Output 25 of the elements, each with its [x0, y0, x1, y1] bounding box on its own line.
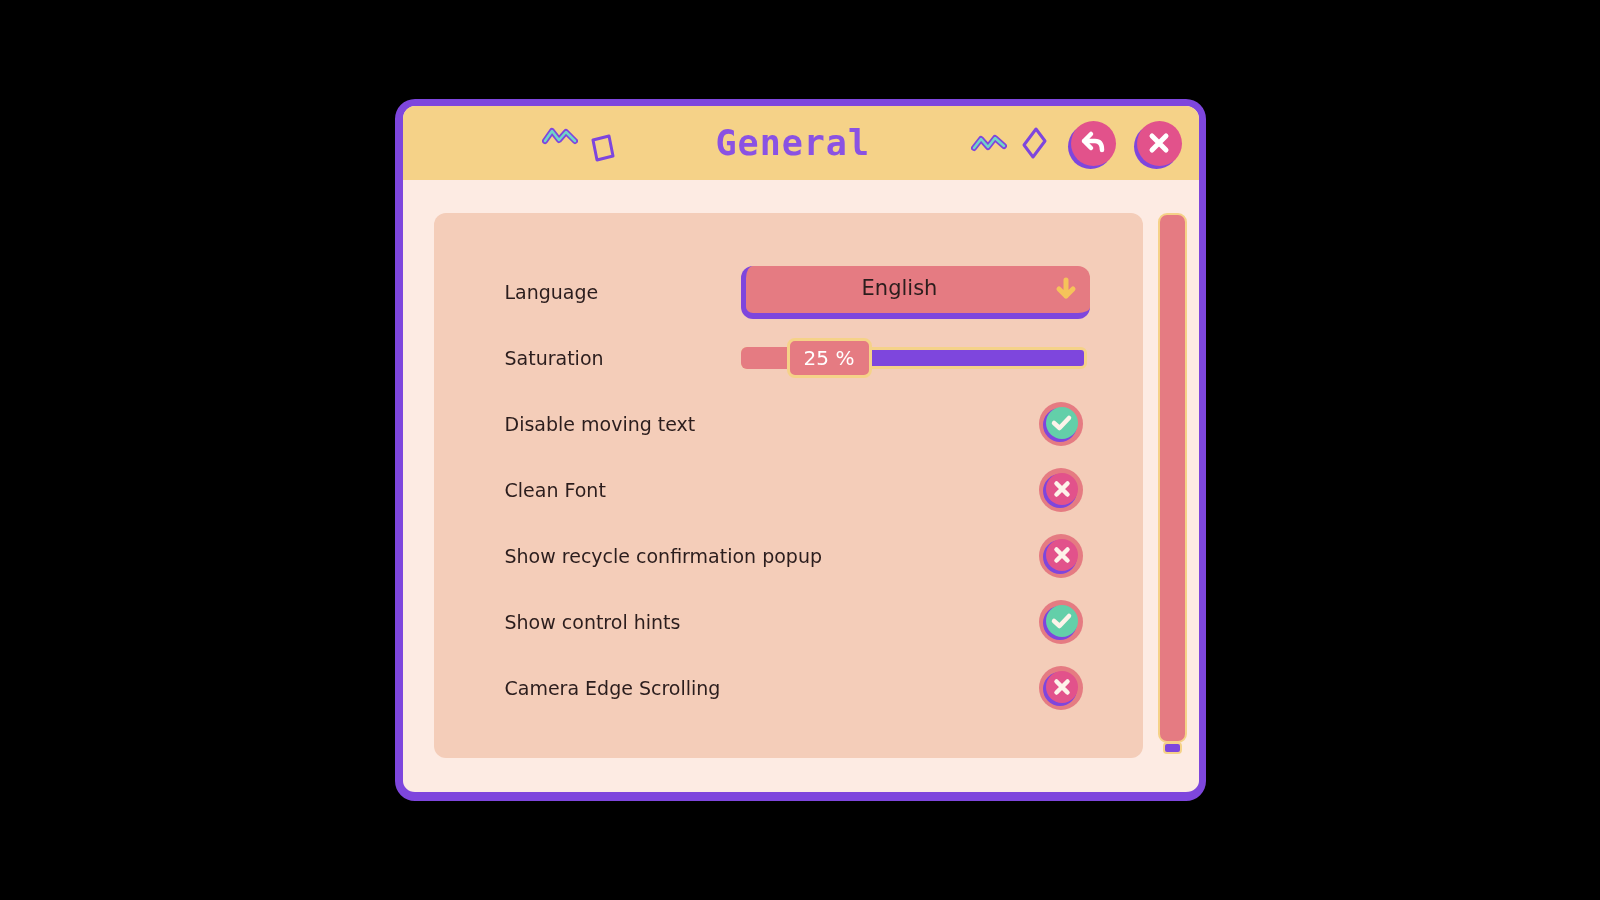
scrollbar[interactable]	[1157, 213, 1187, 754]
diamond-icon	[1020, 126, 1047, 160]
squiggle-icon	[970, 132, 1007, 154]
setting-label: Clean Font	[504, 477, 606, 503]
toggle-button[interactable]	[1038, 468, 1083, 512]
slider-handle[interactable]: 25 %	[786, 338, 872, 378]
toggle-button[interactable]	[1038, 534, 1083, 578]
setting-label: Show recycle confirmation popup	[504, 543, 823, 569]
setting-label: Camera Edge Scrolling	[504, 675, 721, 701]
setting-label: Disable moving text	[504, 411, 696, 437]
cross-icon	[1042, 670, 1079, 706]
cross-icon	[1042, 538, 1079, 574]
setting-label: Show control hints	[504, 609, 681, 635]
toggle-button[interactable]	[1038, 600, 1083, 644]
window-title: General	[715, 123, 870, 163]
check-icon	[1042, 406, 1079, 442]
back-button[interactable]	[1070, 120, 1116, 166]
check-icon	[1042, 604, 1079, 640]
setting-label: Language	[504, 279, 599, 305]
cross-icon	[1042, 472, 1079, 508]
toggle-button[interactable]	[1038, 666, 1083, 710]
setting-label: Saturation	[504, 345, 604, 371]
toggle-button[interactable]	[1038, 402, 1083, 446]
close-button[interactable]	[1136, 120, 1182, 166]
language-dropdown[interactable]: English	[740, 265, 1090, 319]
